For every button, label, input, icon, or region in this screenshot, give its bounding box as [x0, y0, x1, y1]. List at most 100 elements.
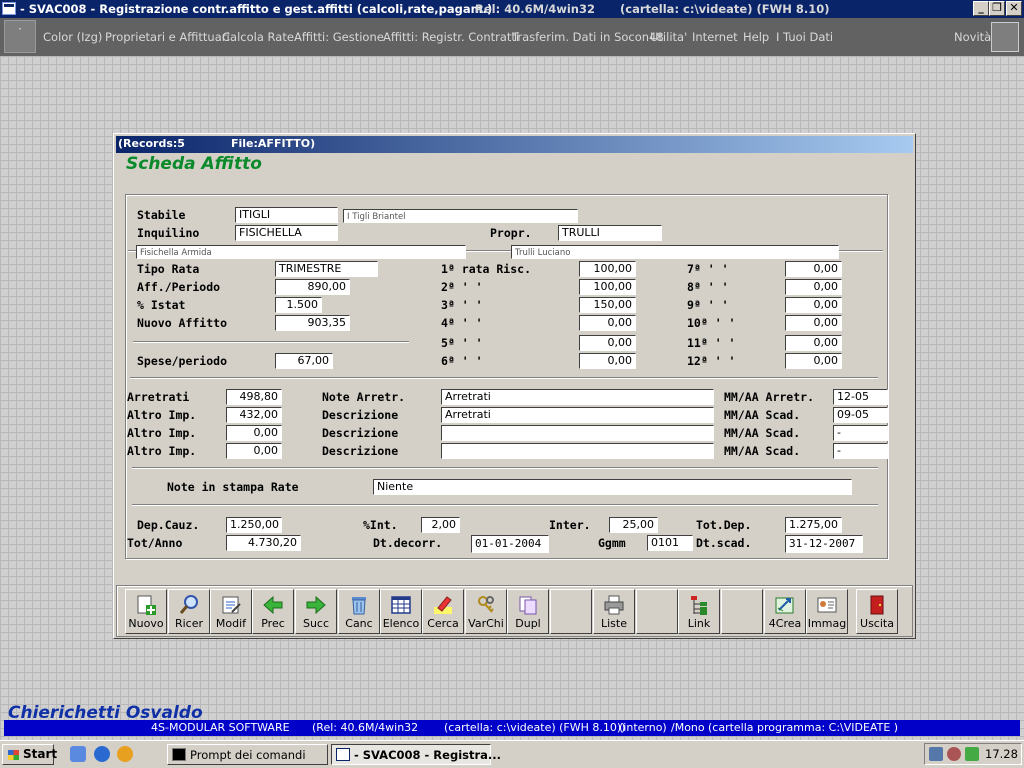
prec-label: Prec [261, 617, 285, 630]
cerca-button[interactable]: Cerca [422, 589, 464, 634]
duplicate-icon [519, 596, 537, 615]
spese-periodo-input[interactable]: 67,00 [275, 353, 333, 369]
dt-decorr-input[interactable]: 01-01-2004 [471, 535, 549, 553]
succ-button[interactable]: Succ [295, 589, 337, 634]
uscita-button[interactable]: Uscita [856, 589, 898, 634]
media-quicklaunch-icon[interactable] [117, 746, 133, 762]
grid-icon [391, 596, 411, 614]
app-window-icon[interactable] [2, 2, 16, 15]
status-program-folder: (cartella programma: C:\VIDEATE ) [708, 721, 899, 734]
menu-right-icon[interactable] [991, 22, 1019, 52]
blank-button-1[interactable] [550, 589, 592, 634]
rata-7-input[interactable]: 0,00 [785, 261, 842, 277]
menu-item-calcola-rate[interactable]: Calcola Rate [222, 30, 294, 44]
tot-anno-label: Tot/Anno [127, 536, 183, 550]
blank-button-2[interactable] [636, 589, 678, 634]
security-tray-icon[interactable] [947, 747, 961, 761]
stabile-label: Stabile [137, 208, 186, 222]
menu-item-proprietari[interactable]: Proprietari e Affittuari [105, 30, 230, 44]
divider-rate [130, 377, 878, 379]
ggmm-input[interactable]: 0101 [647, 535, 693, 551]
descrizione-1-input[interactable]: Arretrati [441, 407, 714, 423]
restore-button[interactable]: ❐ [989, 1, 1005, 16]
menu-item-utilita[interactable]: Utilita' [650, 30, 687, 44]
close-button[interactable]: ✕ [1006, 1, 1022, 16]
start-button[interactable]: Start [2, 744, 57, 765]
menu-item-novita[interactable]: Novità [954, 30, 991, 44]
dt-scad-input[interactable]: 31-12-2007 [785, 535, 863, 553]
descrizione-3-input[interactable] [441, 443, 714, 459]
crea-button[interactable]: 4Crea [764, 589, 806, 634]
nuovo-affitto-input[interactable]: 903,35 [275, 315, 350, 331]
ie-quicklaunch-icon[interactable] [94, 746, 110, 762]
rata-10-input[interactable]: 0,00 [785, 315, 842, 331]
elenco-label: Elenco [382, 617, 420, 630]
uscita-label: Uscita [860, 617, 894, 630]
mm-aa-arretr-input[interactable]: 12-05 [833, 389, 888, 405]
rata-2-input[interactable]: 100,00 [579, 279, 636, 295]
rata-9-input[interactable]: 0,00 [785, 297, 842, 313]
liste-button[interactable]: Liste [593, 589, 635, 634]
inter-input[interactable]: 25,00 [609, 517, 658, 533]
rata-1-input[interactable]: 100,00 [579, 261, 636, 277]
note-stampa-input[interactable]: Niente [373, 479, 852, 495]
menu-item-affitti-registr[interactable]: Affitti: Registr. Contratti [383, 30, 519, 44]
ricer-button[interactable]: Ricer [168, 589, 210, 634]
minimize-button[interactable]: _ [973, 1, 989, 16]
mm-aa-scad-3-input[interactable]: - [833, 443, 888, 459]
menu-item-color[interactable]: Color (Izg) [43, 30, 102, 44]
network-tray-icon[interactable] [929, 747, 943, 761]
varchi-button[interactable]: VarChi [465, 589, 507, 634]
dep-cauz-input[interactable]: 1.250,00 [226, 517, 282, 533]
menu-item-affitti-gestione[interactable]: Affitti: Gestione [294, 30, 384, 44]
task-svac008[interactable]: - SVAC008 - Registra... [331, 744, 501, 765]
aff-periodo-input[interactable]: 890,00 [275, 279, 350, 295]
prec-button[interactable]: Prec [252, 589, 294, 634]
menu-item-tuoi-dati[interactable]: I Tuoi Dati [776, 30, 833, 44]
rata-4-input[interactable]: 0,00 [579, 315, 636, 331]
dialog-title-bar: (Records:5 File:AFFITTO) [116, 136, 913, 153]
update-tray-icon[interactable] [965, 747, 979, 761]
rata-6-input[interactable]: 0,00 [579, 353, 636, 369]
task-prompt[interactable]: Prompt dei comandi [167, 744, 328, 765]
tot-dep-input[interactable]: 1.275,00 [785, 517, 842, 533]
propr-code-input[interactable]: TRULLI [558, 225, 662, 241]
inter-label: Inter. [549, 518, 591, 532]
rata-8-input[interactable]: 0,00 [785, 279, 842, 295]
menu-logo-icon[interactable]: ˙ [4, 20, 36, 53]
tot-anno-input[interactable]: 4.730,20 [226, 535, 301, 551]
desktop-quicklaunch-icon[interactable] [70, 746, 86, 762]
immag-button[interactable]: Immag [806, 589, 848, 634]
mm-aa-scad-1-input[interactable]: 09-05 [833, 407, 888, 423]
descrizione-1-label: Descrizione [322, 408, 399, 422]
link-button[interactable]: Link [678, 589, 720, 634]
rata-11-input[interactable]: 0,00 [785, 335, 842, 351]
rata-3-input[interactable]: 150,00 [579, 297, 636, 313]
mm-aa-scad-2-input[interactable]: - [833, 425, 888, 441]
int-pct-input[interactable]: 2,00 [421, 517, 460, 533]
canc-button[interactable]: Canc [338, 589, 380, 634]
istat-input[interactable]: 1.500 [275, 297, 322, 313]
nuovo-button[interactable]: Nuovo [125, 589, 167, 634]
menu-item-trasferim[interactable]: Trasferim. Dati in Socon48 [512, 30, 664, 44]
note-arretr-input[interactable]: Arretrati [441, 389, 714, 405]
blank-button-3[interactable] [721, 589, 763, 634]
altro-imp-1-input[interactable]: 432,00 [226, 407, 282, 423]
altro-imp-3-input[interactable]: 0,00 [226, 443, 282, 459]
rata-12-input[interactable]: 0,00 [785, 353, 842, 369]
rata-5-input[interactable]: 0,00 [579, 335, 636, 351]
status-folder: (cartella: c:\videate) (FWH 8.10)) [444, 721, 626, 734]
menu-item-internet[interactable]: Internet [692, 30, 738, 44]
dupl-button[interactable]: Dupl [507, 589, 549, 634]
descrizione-2-label: Descrizione [322, 426, 399, 440]
tipo-rata-input[interactable]: TRIMESTRE [275, 261, 378, 277]
title-bar[interactable]: - SVAC008 - Registrazione contr.affitto … [0, 0, 1024, 18]
stabile-code-input[interactable]: ITIGLI [235, 207, 338, 223]
descrizione-2-input[interactable] [441, 425, 714, 441]
arretrati-input[interactable]: 498,80 [226, 389, 282, 405]
inquilino-code-input[interactable]: FISICHELLA [235, 225, 338, 241]
elenco-button[interactable]: Elenco [380, 589, 422, 634]
modif-button[interactable]: Modif [210, 589, 252, 634]
menu-item-help[interactable]: Help [743, 30, 769, 44]
altro-imp-2-input[interactable]: 0,00 [226, 425, 282, 441]
